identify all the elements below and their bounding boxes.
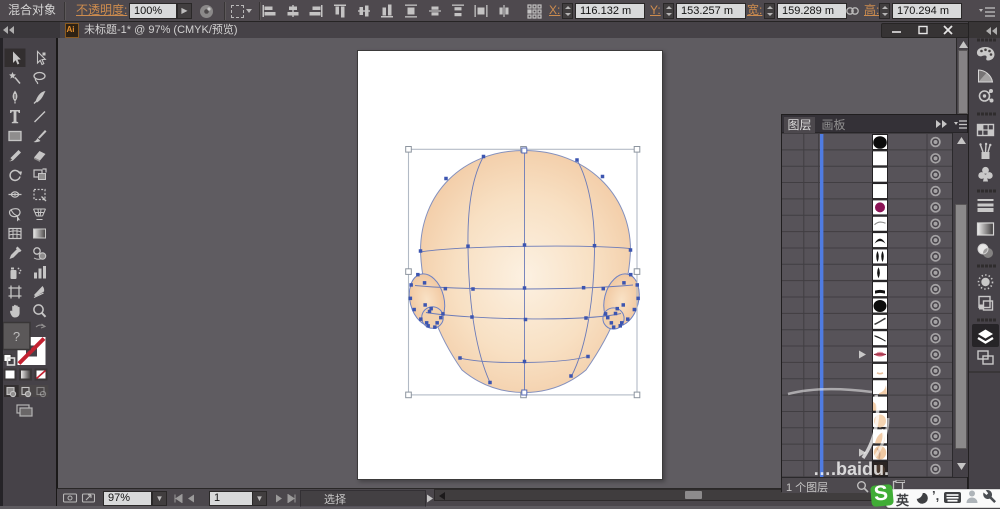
svg-text:?: ?	[13, 329, 20, 344]
